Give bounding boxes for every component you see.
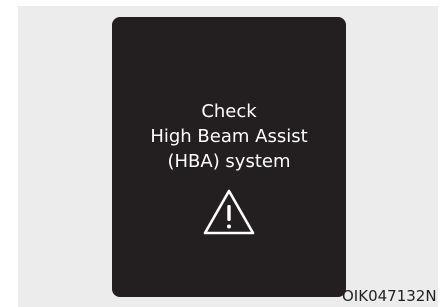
warning-triangle-icon — [203, 189, 255, 235]
figure-code: OIK047132N — [342, 287, 437, 305]
message-line-3: (HBA) system — [167, 151, 291, 172]
cluster-display: Check High Beam Assist (HBA) system — [112, 17, 346, 297]
warning-message: Check High Beam Assist (HBA) system — [112, 99, 346, 174]
message-line-1: Check — [201, 101, 257, 122]
message-line-2: High Beam Assist — [150, 126, 308, 147]
page: Check High Beam Assist (HBA) system OIK0… — [0, 0, 440, 307]
